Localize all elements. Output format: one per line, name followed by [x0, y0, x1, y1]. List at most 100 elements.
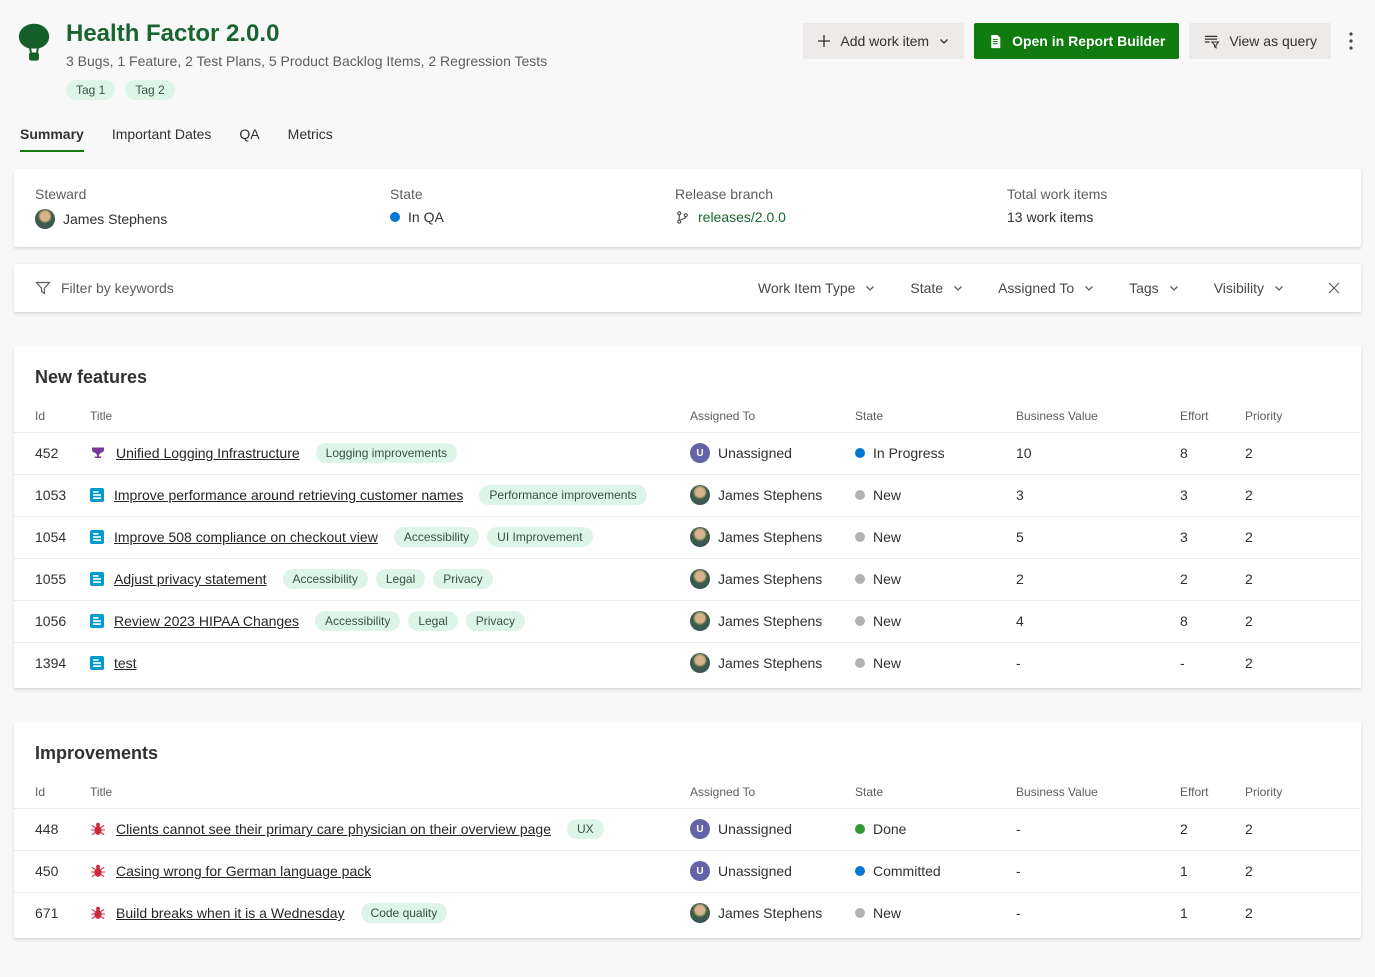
more-actions-button[interactable]: [1341, 23, 1361, 59]
column-header-id: Id: [35, 409, 90, 423]
total-work-items-label: Total work items: [1007, 186, 1340, 202]
priority: 2: [1245, 529, 1347, 545]
table-row[interactable]: 1053 Improve performance around retrievi…: [14, 474, 1361, 516]
page-title: Health Factor 2.0.0: [66, 20, 547, 48]
column-header-priority: Priority: [1245, 785, 1347, 799]
filter-dropdown-assigned-to[interactable]: Assigned To: [998, 280, 1095, 296]
state-text: Committed: [873, 863, 941, 879]
tag-pill: Tag 2: [125, 80, 174, 100]
table-row[interactable]: 452 Unified Logging Infrastructure Loggi…: [14, 432, 1361, 474]
tag-pill: Tag 1: [66, 80, 115, 100]
effort: 8: [1180, 613, 1245, 629]
business-value: -: [1016, 905, 1180, 921]
open-report-builder-button[interactable]: Open in Report Builder: [974, 23, 1179, 59]
table-header: IdTitleAssigned ToStateBusiness ValueEff…: [14, 764, 1361, 808]
table-row[interactable]: 450 Casing wrong for German language pac…: [14, 850, 1361, 892]
state-text: In Progress: [873, 445, 945, 461]
page-subtitle: 3 Bugs, 1 Feature, 2 Test Plans, 5 Produ…: [66, 53, 547, 69]
avatar: [690, 485, 710, 505]
effort: 3: [1180, 529, 1245, 545]
avatar: U: [690, 443, 710, 463]
chevron-down-icon: [864, 282, 876, 294]
table-row[interactable]: 1394 test James Stephens New - - 2: [14, 642, 1361, 684]
tag-pill: Legal: [376, 569, 425, 589]
table-header: IdTitleAssigned ToStateBusiness ValueEff…: [14, 388, 1361, 432]
filter-dropdown-work-item-type[interactable]: Work Item Type: [758, 280, 877, 296]
state-column: State In QA: [390, 186, 675, 229]
work-item-link[interactable]: Clients cannot see their primary care ph…: [116, 821, 551, 837]
work-item-link[interactable]: Improve 508 compliance on checkout view: [114, 529, 378, 545]
state-label: State: [390, 186, 675, 202]
add-work-item-button[interactable]: Add work item: [803, 23, 964, 59]
bug-icon: [90, 863, 106, 879]
filter-bar: Work Item Type State Assigned To Tags Visibi…: [14, 264, 1361, 312]
header-tags: Tag 1 Tag 2: [66, 80, 547, 100]
table-row[interactable]: 1055 Adjust privacy statement Accessibil…: [14, 558, 1361, 600]
column-header-assigned-to: Assigned To: [690, 409, 855, 423]
table-row[interactable]: 448 Clients cannot see their primary car…: [14, 808, 1361, 850]
release-branch-label: Release branch: [675, 186, 1007, 202]
tag-pill: Accessibility: [315, 611, 400, 631]
work-item-link[interactable]: Adjust privacy statement: [114, 571, 267, 587]
plus-icon: [817, 34, 831, 48]
assignee-name: James Stephens: [718, 905, 822, 921]
close-icon: [1327, 281, 1341, 295]
state-text: New: [873, 487, 901, 503]
filter-dropdown-visibility[interactable]: Visibility: [1214, 280, 1285, 296]
pbi-icon: [90, 656, 104, 670]
state-text: New: [873, 529, 901, 545]
work-item-link[interactable]: Casing wrong for German language pack: [116, 863, 371, 879]
work-item-id: 1053: [35, 487, 90, 503]
assignee-name: Unassigned: [718, 863, 792, 879]
total-work-items-value: 13 work items: [1007, 209, 1093, 225]
work-item-link[interactable]: Improve performance around retrieving cu…: [114, 487, 463, 503]
steward-label: Steward: [35, 186, 390, 202]
release-balloon-icon: [16, 22, 52, 62]
tab-important-dates[interactable]: Important Dates: [112, 126, 212, 152]
business-value: 4: [1016, 613, 1180, 629]
state-text: New: [873, 613, 901, 629]
effort: 1: [1180, 905, 1245, 921]
work-item-link[interactable]: Review 2023 HIPAA Changes: [114, 613, 299, 629]
table-row[interactable]: 1054 Improve 508 compliance on checkout …: [14, 516, 1361, 558]
header-actions: Add work item Open in Report Builder Vie…: [803, 23, 1361, 59]
work-item-link[interactable]: Unified Logging Infrastructure: [116, 445, 300, 461]
tab-summary[interactable]: Summary: [20, 126, 84, 152]
avatar: U: [690, 861, 710, 881]
table-row[interactable]: 1056 Review 2023 HIPAA Changes Accessibi…: [14, 600, 1361, 642]
column-header-business-value: Business Value: [1016, 785, 1180, 799]
keyword-filter-input[interactable]: [61, 280, 758, 296]
business-value: 10: [1016, 445, 1180, 461]
feature-icon: [90, 445, 106, 461]
avatar: [690, 903, 710, 923]
chevron-down-icon: [938, 35, 950, 47]
effort: 2: [1180, 821, 1245, 837]
state-dot: [855, 490, 865, 500]
work-item-id: 450: [35, 863, 90, 879]
tab-metrics[interactable]: Metrics: [288, 126, 333, 152]
row-tags: AccessibilityLegalPrivacy: [283, 569, 493, 589]
table-row[interactable]: 671 Build breaks when it is a Wednesday …: [14, 892, 1361, 934]
column-header-title: Title: [90, 409, 690, 423]
assignee-name: James Stephens: [718, 571, 822, 587]
tab-qa[interactable]: QA: [239, 126, 259, 152]
clear-filter-button[interactable]: [1323, 277, 1345, 299]
filter-funnel-icon: [35, 280, 51, 296]
filter-dropdown-state[interactable]: State: [910, 280, 964, 296]
query-filter-icon: [1203, 34, 1220, 49]
steward-column: Steward James Stephens: [35, 186, 390, 229]
work-item-link[interactable]: Build breaks when it is a Wednesday: [116, 905, 345, 921]
column-header-state: State: [855, 785, 1016, 799]
release-branch-link[interactable]: releases/2.0.0: [698, 209, 786, 225]
row-tags: AccessibilityLegalPrivacy: [315, 611, 525, 631]
assignee-name: Unassigned: [718, 445, 792, 461]
filter-dropdown-tags[interactable]: Tags: [1129, 280, 1180, 296]
row-tags: Logging improvements: [316, 443, 457, 463]
dropdown-label: Tags: [1129, 280, 1159, 296]
branch-icon: [675, 210, 690, 225]
work-item-link[interactable]: test: [114, 655, 137, 671]
view-as-query-button[interactable]: View as query: [1189, 23, 1331, 59]
work-item-id: 1054: [35, 529, 90, 545]
work-item-id: 1056: [35, 613, 90, 629]
bug-icon: [90, 821, 106, 837]
